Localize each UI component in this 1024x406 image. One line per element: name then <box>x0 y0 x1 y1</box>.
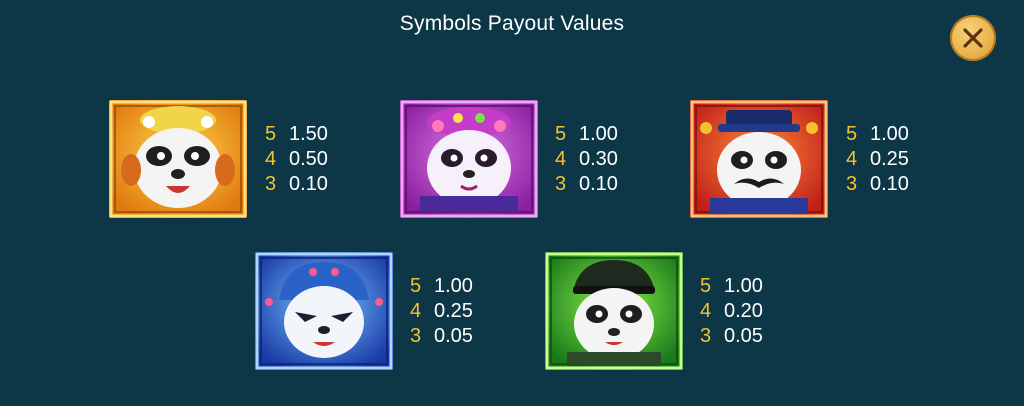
payout-row: 3 0.10 <box>265 172 328 197</box>
payout-value: 0.10 <box>579 173 618 195</box>
payout-value: 0.05 <box>724 325 763 347</box>
payout-count: 3 <box>555 173 567 195</box>
payout-row: 3 0.05 <box>410 324 473 349</box>
payout-value: 0.25 <box>870 148 909 170</box>
payout-row: 4 0.25 <box>846 147 909 172</box>
symbol-tile-blue-panda <box>255 252 393 370</box>
payout-count: 4 <box>846 148 858 170</box>
payout-value: 1.00 <box>434 275 473 297</box>
payout-row: 5 1.00 <box>700 274 763 299</box>
payout-value: 1.50 <box>289 123 328 145</box>
payout-value: 0.50 <box>289 148 328 170</box>
payout-count: 4 <box>410 300 422 322</box>
payout-table-1: 5 1.50 4 0.50 3 0.10 <box>265 122 328 197</box>
payout-value: 1.00 <box>870 123 909 145</box>
payout-value: 0.25 <box>434 300 473 322</box>
payout-row: 4 0.25 <box>410 299 473 324</box>
payout-table-4: 5 1.00 4 0.25 3 0.05 <box>410 274 473 349</box>
panda-red-icon <box>690 100 828 218</box>
payout-count: 5 <box>410 275 422 297</box>
payout-count: 3 <box>846 173 858 195</box>
payout-count: 4 <box>700 300 712 322</box>
panda-green-icon <box>545 252 683 370</box>
payout-table-2: 5 1.00 4 0.30 3 0.10 <box>555 122 618 197</box>
symbol-tile-green-panda <box>545 252 683 370</box>
payout-count: 4 <box>265 148 277 170</box>
payout-count: 5 <box>555 123 567 145</box>
payout-row: 5 1.00 <box>410 274 473 299</box>
panda-blue-icon <box>255 252 393 370</box>
payout-count: 5 <box>265 123 277 145</box>
panda-orange-icon <box>109 100 247 218</box>
close-button[interactable] <box>950 15 996 61</box>
payout-value: 0.20 <box>724 300 763 322</box>
payout-row: 5 1.00 <box>846 122 909 147</box>
payout-value: 0.30 <box>579 148 618 170</box>
symbol-tile-purple-panda <box>400 100 538 218</box>
payout-row: 4 0.50 <box>265 147 328 172</box>
payout-value: 1.00 <box>579 123 618 145</box>
payout-row: 5 1.00 <box>555 122 618 147</box>
symbol-tile-orange-panda <box>109 100 247 218</box>
payout-row: 3 0.10 <box>555 172 618 197</box>
payout-value: 0.10 <box>870 173 909 195</box>
payout-table-3: 5 1.00 4 0.25 3 0.10 <box>846 122 909 197</box>
payout-count: 3 <box>410 325 422 347</box>
payout-row: 5 1.50 <box>265 122 328 147</box>
payout-row: 4 0.20 <box>700 299 763 324</box>
payout-value: 0.10 <box>289 173 328 195</box>
payout-row: 4 0.30 <box>555 147 618 172</box>
payout-count: 5 <box>846 123 858 145</box>
payout-count: 5 <box>700 275 712 297</box>
panda-purple-icon <box>400 100 538 218</box>
payout-row: 3 0.05 <box>700 324 763 349</box>
payout-value: 0.05 <box>434 325 473 347</box>
payout-count: 3 <box>265 173 277 195</box>
payout-count: 3 <box>700 325 712 347</box>
payout-value: 1.00 <box>724 275 763 297</box>
payout-count: 4 <box>555 148 567 170</box>
close-icon <box>963 28 983 48</box>
payout-row: 3 0.10 <box>846 172 909 197</box>
symbol-tile-red-panda <box>690 100 828 218</box>
payout-table-5: 5 1.00 4 0.20 3 0.05 <box>700 274 763 349</box>
page-title: Symbols Payout Values <box>399 12 625 35</box>
